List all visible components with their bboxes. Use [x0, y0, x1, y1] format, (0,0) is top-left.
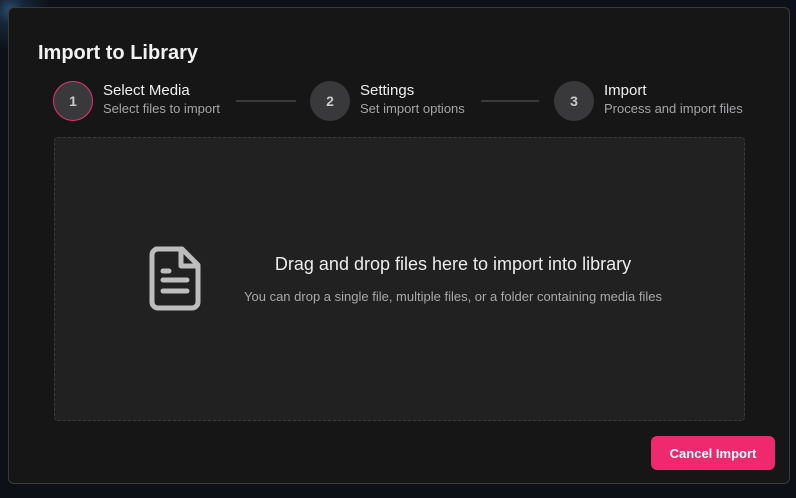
step-description: Process and import files: [604, 101, 743, 116]
file-text-icon: [149, 246, 201, 311]
step-title: Import: [604, 82, 647, 99]
file-dropzone[interactable]: Drag and drop files here to import into …: [54, 137, 745, 421]
stepper: 1 Select Media Select files to import 2 …: [53, 81, 753, 121]
dropzone-subtitle: You can drop a single file, multiple fil…: [244, 289, 662, 304]
step-number-circle: 3: [554, 81, 594, 121]
step-text: Select Media Select files to import: [103, 82, 220, 118]
cancel-import-button[interactable]: Cancel Import: [651, 436, 775, 470]
step-connector: [236, 100, 296, 102]
step-text: Import Process and import files: [604, 82, 743, 118]
dropzone-title: Drag and drop files here to import into …: [274, 254, 632, 274]
step-title: Select Media: [103, 82, 190, 99]
step-description: Select files to import: [103, 101, 221, 116]
step-title: Settings: [360, 82, 415, 99]
step-text: Settings Set import options: [360, 82, 465, 118]
step-number-circle: 1: [53, 81, 93, 121]
dialog-title: Import to Library: [38, 42, 199, 64]
step-connector: [481, 100, 539, 102]
import-dialog: Import to Library 1 Select Media Select …: [8, 7, 790, 484]
step-number-circle: 2: [310, 81, 350, 121]
step-description: Set import options: [360, 101, 465, 116]
